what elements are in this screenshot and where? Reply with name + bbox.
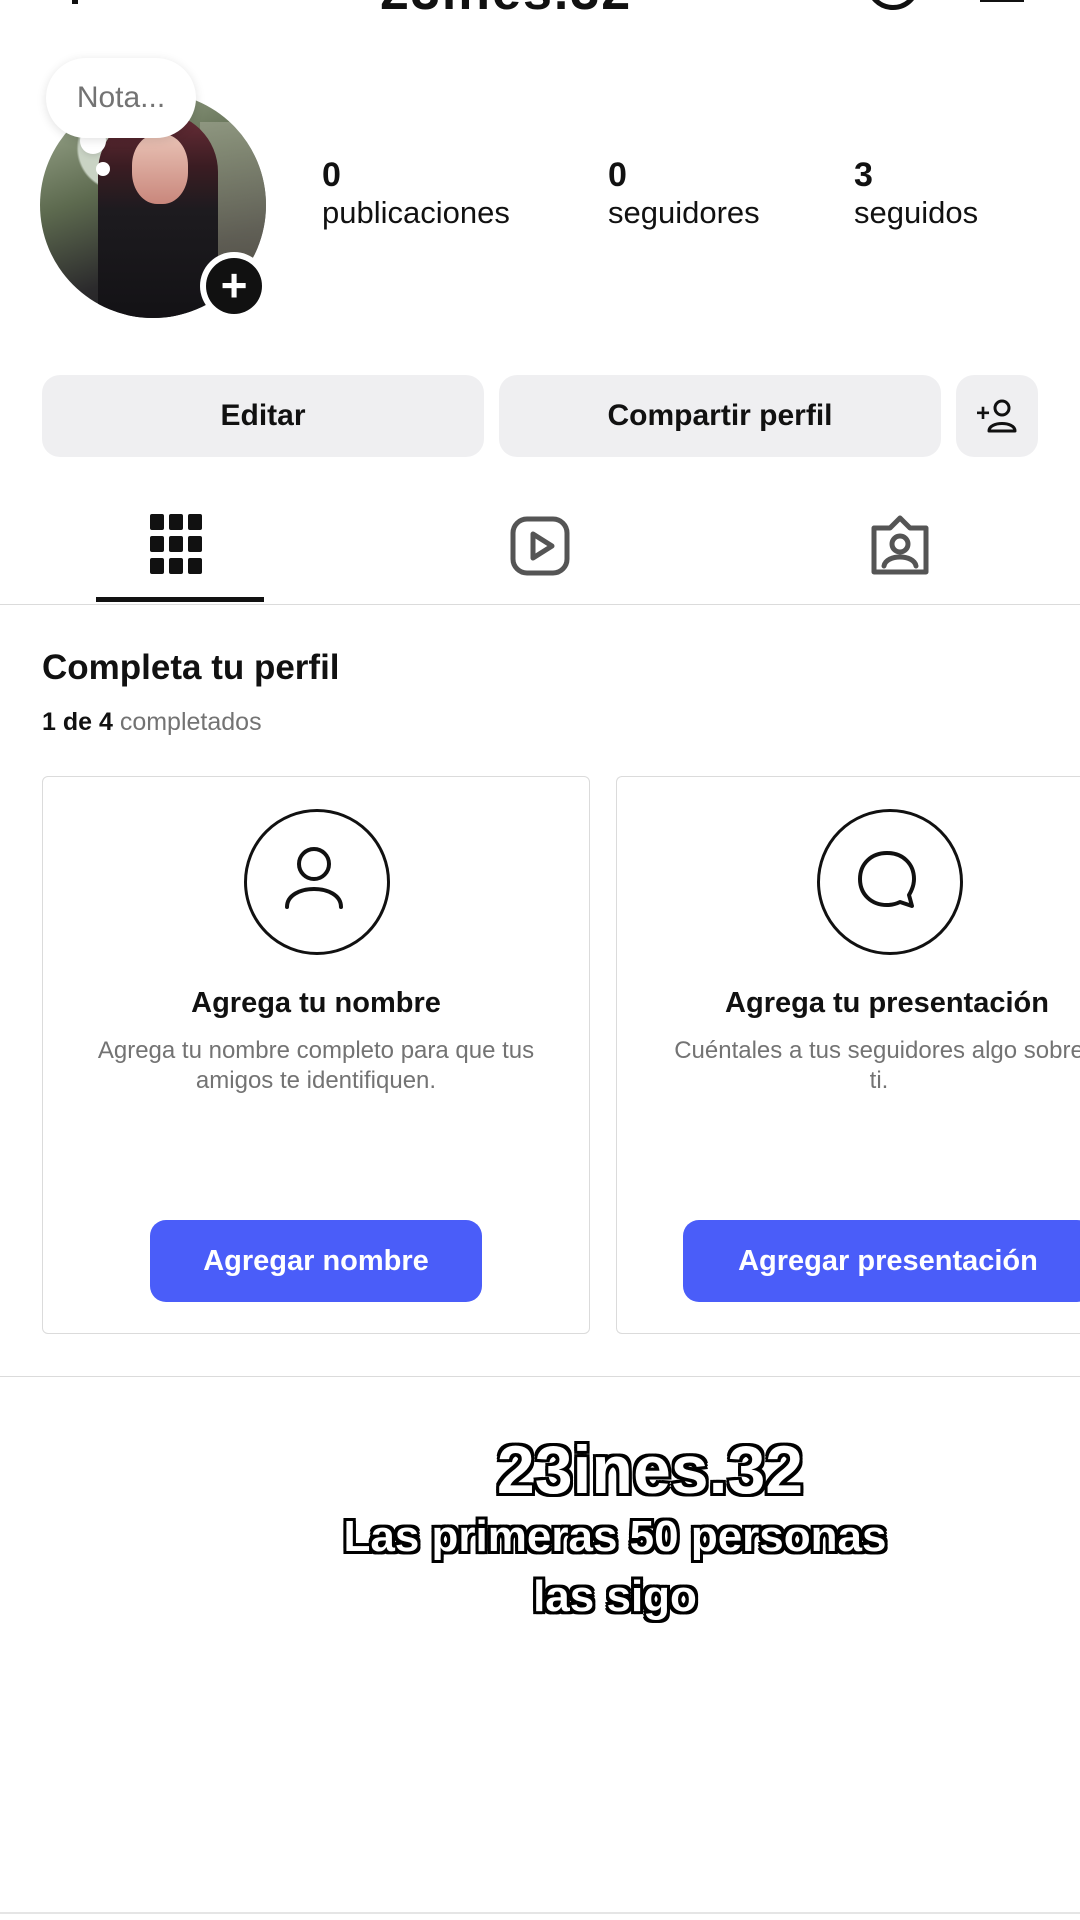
edit-profile-button[interactable]: Editar	[42, 375, 484, 457]
add-bio-button[interactable]: Agregar presentación	[683, 1220, 1080, 1302]
top-header: 23ines.32	[0, 0, 1080, 14]
card-bio-title: Agrega tu presentación	[725, 987, 1049, 1019]
stat-posts-value: 0	[322, 156, 341, 194]
card-name-title: Agrega tu nombre	[191, 987, 441, 1019]
progress-count: 1 de 4	[42, 708, 113, 736]
share-profile-label: Compartir perfil	[607, 399, 833, 432]
complete-profile-progress: 1 de 4 completados	[42, 708, 262, 737]
speech-bubble-icon	[858, 851, 916, 908]
tab-tagged[interactable]	[870, 514, 930, 581]
stat-following-label: seguidos	[854, 195, 979, 230]
active-tab-indicator	[96, 597, 264, 602]
bottom-border	[0, 1912, 1080, 1914]
progress-suffix: completados	[119, 708, 262, 736]
back-icon[interactable]	[72, 0, 78, 4]
add-name-label: Agregar nombre	[203, 1244, 429, 1277]
tabs-divider	[0, 604, 1080, 605]
edit-profile-label: Editar	[220, 399, 306, 432]
stat-posts[interactable]: 0 publicaciones	[322, 156, 510, 231]
stat-following-value: 3	[854, 156, 873, 194]
overlay-username: 23ines.32	[496, 1432, 804, 1508]
svg-text:+: +	[976, 400, 990, 427]
share-profile-button[interactable]: Compartir perfil	[499, 375, 941, 457]
add-name-button[interactable]: Agregar nombre	[150, 1220, 482, 1302]
add-person-icon: +	[976, 399, 1017, 433]
threads-icon[interactable]	[866, 0, 920, 10]
stat-following[interactable]: 3 seguidos	[854, 156, 978, 231]
menu-icon[interactable]	[980, 0, 1024, 2]
plus-icon: +	[206, 258, 262, 314]
profile-task-card-name: Agrega tu nombre Agrega tu nombre comple…	[42, 776, 590, 1334]
person-icon	[285, 847, 343, 909]
note-bubble-tail	[96, 162, 110, 176]
add-story-button[interactable]: +	[200, 252, 268, 320]
discover-people-button[interactable]: +	[956, 375, 1038, 457]
card-bio-description: Cuéntales a tus seguidores algo sobre ti…	[674, 1037, 1080, 1094]
stat-followers[interactable]: 0 seguidores	[608, 156, 760, 231]
stat-posts-label: publicaciones	[322, 195, 510, 230]
overlay-line-1: Las primeras 50 personas	[343, 1512, 887, 1561]
section-divider	[0, 1376, 1080, 1377]
profile-task-card-bio: Agrega tu presentación Cuéntales a tus s…	[616, 776, 1080, 1334]
reels-icon	[510, 516, 570, 576]
header-username: 23ines.32	[380, 0, 632, 14]
tab-reels[interactable]	[510, 516, 570, 581]
person-circle	[244, 809, 390, 955]
stat-followers-value: 0	[608, 156, 627, 194]
overlay-line-2: las sigo	[533, 1572, 697, 1621]
stat-followers-label: seguidores	[608, 195, 760, 230]
speech-circle	[817, 809, 963, 955]
note-bubble[interactable]: Nota...	[46, 58, 196, 138]
tab-grid[interactable]	[150, 514, 202, 581]
note-placeholder: Nota...	[76, 81, 166, 114]
tagged-icon	[871, 515, 929, 575]
complete-profile-title: Completa tu perfil	[42, 648, 340, 687]
card-name-description: Agrega tu nombre completo para que tus a…	[97, 1037, 535, 1094]
grid-icon	[150, 514, 202, 574]
add-bio-label: Agregar presentación	[738, 1244, 1038, 1277]
